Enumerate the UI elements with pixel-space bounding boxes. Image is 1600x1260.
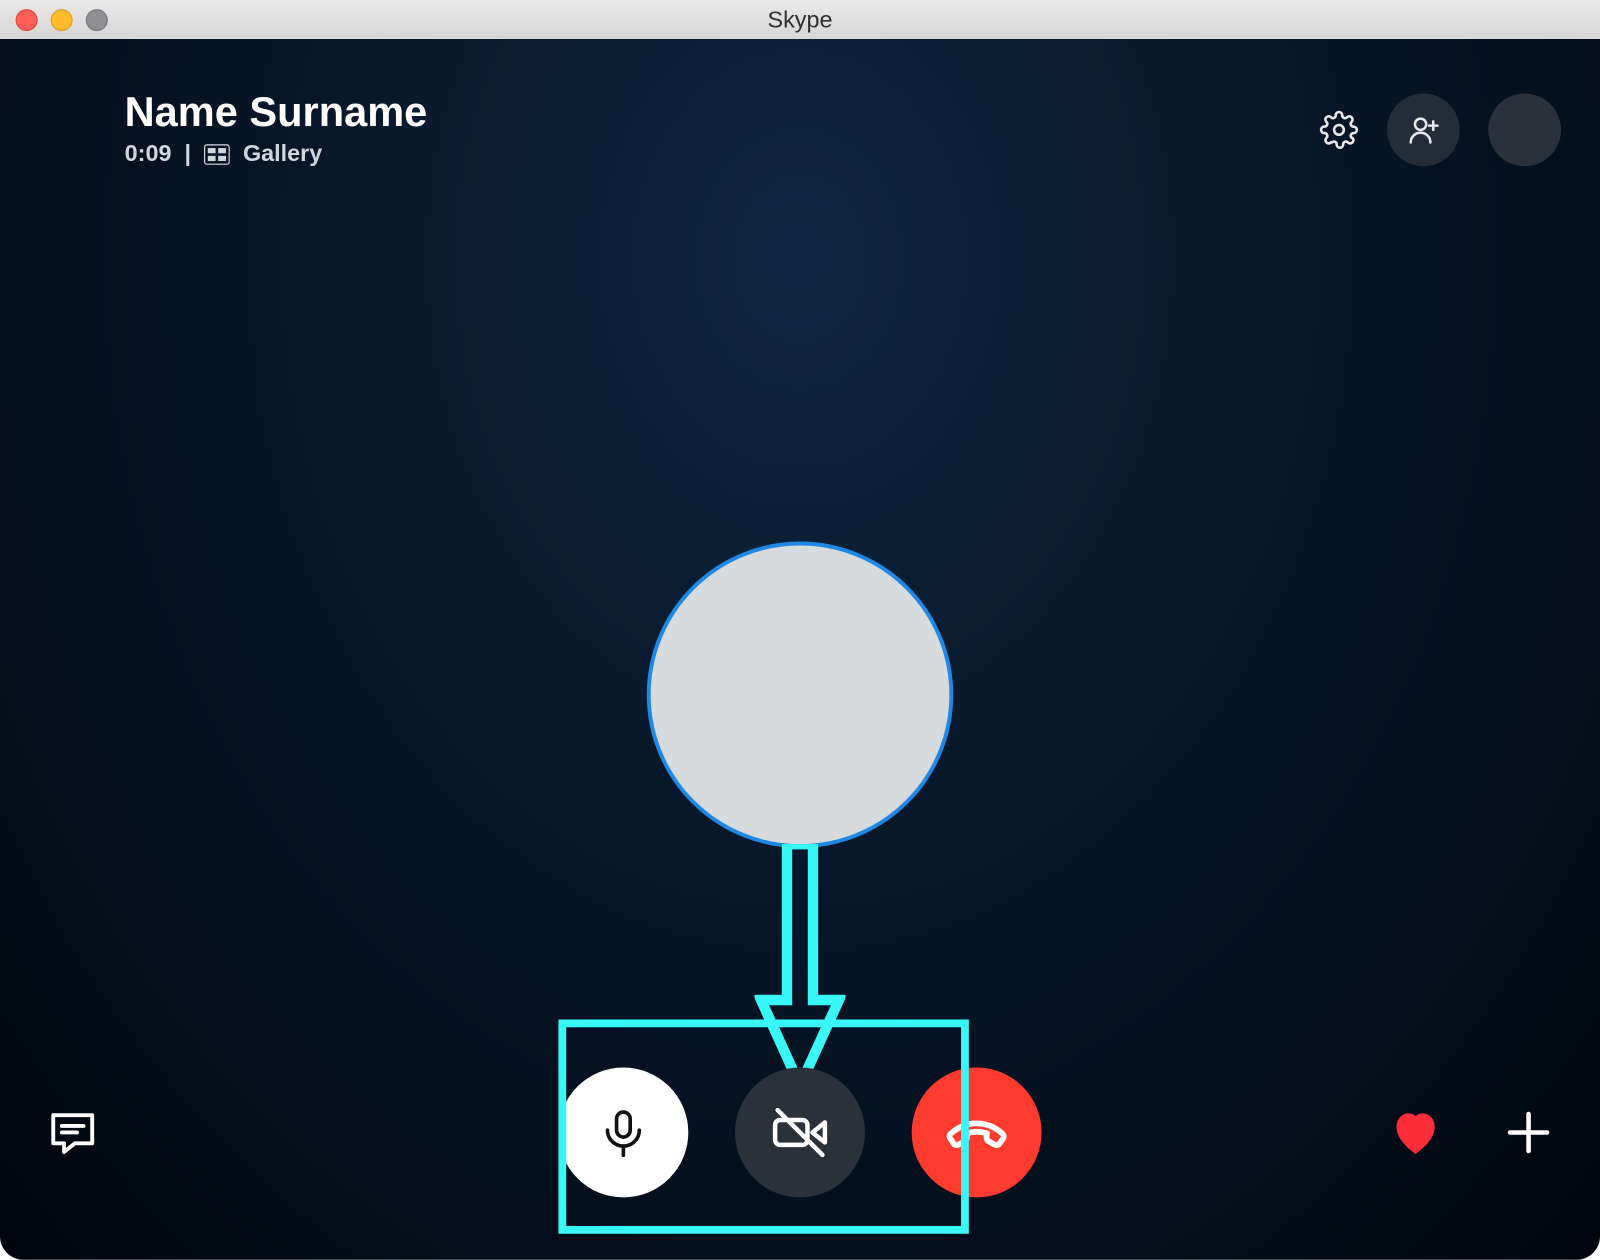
gallery-icon [204, 144, 230, 165]
separator: | [184, 140, 191, 167]
add-participant-button[interactable] [1387, 93, 1460, 166]
call-subtitle: 0:09 | Gallery [125, 140, 428, 167]
chat-button[interactable] [47, 1107, 99, 1159]
contact-info: Name Surname 0:09 | Gallery [125, 91, 428, 168]
more-actions-button[interactable] [1504, 1108, 1553, 1157]
reaction-heart-button[interactable] [1387, 1104, 1444, 1161]
window-zoom-button[interactable] [86, 8, 108, 30]
window-minimize-button[interactable] [51, 8, 73, 30]
call-duration: 0:09 [125, 140, 172, 167]
annotation-highlight-box [558, 1020, 968, 1234]
contact-name: Name Surname [125, 91, 428, 133]
call-header: Name Surname 0:09 | Gallery [0, 91, 1600, 168]
settings-button[interactable] [1319, 110, 1358, 149]
call-window: Name Surname 0:09 | Gallery [0, 39, 1600, 1260]
window-controls [16, 8, 108, 30]
window-titlebar: Skype [0, 0, 1600, 40]
self-avatar[interactable] [1488, 93, 1561, 166]
window-title: Skype [0, 6, 1600, 33]
window-close-button[interactable] [16, 8, 38, 30]
menu-button[interactable] [39, 110, 86, 149]
view-mode-label[interactable]: Gallery [243, 140, 322, 167]
contact-avatar [647, 542, 953, 848]
